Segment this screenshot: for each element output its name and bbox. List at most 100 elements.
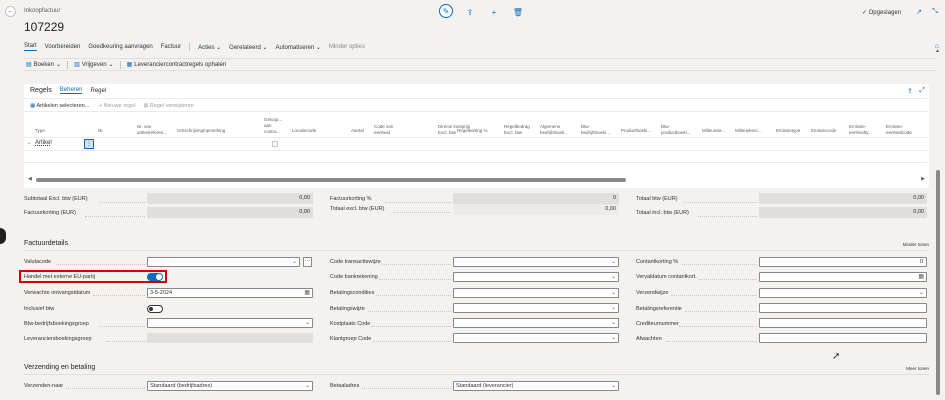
minder-tonen-link[interactable]: Minder tonen: [903, 242, 929, 247]
col-omschrijving[interactable]: Omschrijving/opmerking: [177, 128, 225, 134]
share-icon[interactable]: ⇪: [463, 5, 477, 19]
tab-regel[interactable]: Regel: [90, 88, 106, 94]
minder-opties-link[interactable]: Minder opties: [329, 44, 365, 50]
col-gekoppeld[interactable]: Geloop... aan contra...: [264, 117, 286, 135]
label-leveranciersboekingsgroep: Leveranciersboekingsgroep: [24, 336, 92, 342]
regel-verwijderen-button[interactable]: ⊠ Regel verwijderen: [144, 103, 194, 109]
chevron-down-icon: ⌄: [610, 290, 616, 296]
section-verzending-title[interactable]: Verzending en betaling: [24, 364, 95, 371]
col-emissie-eenheidtype[interactable]: Emissie-eenheidty...: [849, 124, 883, 136]
col-artikelref[interactable]: Nr. van artikelreferen...: [137, 124, 171, 136]
label-verzendwijze: Verzendwijze: [636, 290, 669, 296]
vervaldatum-contantkort-field[interactable]: ▦: [759, 272, 927, 282]
scroll-left-icon: ◀: [28, 176, 32, 182]
label-btw-bedrijfsboekingsgroep: Btw-bedrijfsboekingsgroep: [24, 321, 89, 327]
label-factuurkorting: Factuurkorting (EUR): [24, 210, 76, 216]
betalingsreferentie-field[interactable]: [759, 303, 927, 313]
value-totaal-incl: 0,00: [759, 207, 927, 218]
col-locatiecode[interactable]: Locatiecode: [292, 128, 316, 134]
boeken-button[interactable]: ▤ Boeken ⌄: [26, 61, 61, 69]
col-btw-bedrijfsboek[interactable]: Btw-bedrijfsboeki...: [581, 124, 617, 136]
edit-icon[interactable]: ✎: [439, 4, 453, 18]
contantkorting-pct-field[interactable]: 0: [759, 257, 927, 267]
code-bankrekening-select[interactable]: ⌄: [453, 272, 619, 282]
tab-beheren[interactable]: Beheren: [59, 87, 83, 94]
inclusief-btw-toggle[interactable]: [147, 305, 163, 313]
label-betaaladres: Betaaladres: [330, 383, 360, 389]
menu-acties[interactable]: Acties ⌄: [198, 44, 221, 51]
col-aantal[interactable]: Aantal: [351, 128, 364, 134]
leveranciercontractregels-button[interactable]: ▦ Leveranciercontractregels ophalen: [126, 61, 227, 69]
betalingswijze-select[interactable]: ⌄: [453, 303, 619, 313]
col-emissie-eenheidcode[interactable]: Emissie-eenheidcode: [886, 124, 920, 136]
valutacode-select[interactable]: ⌄: [147, 257, 300, 267]
kostplaats-code-select[interactable]: ⌄: [453, 318, 619, 328]
horizontal-scrollbar[interactable]: ◀ ▶: [28, 176, 925, 183]
add-icon[interactable]: +: [487, 5, 501, 19]
value-factuurkorting-pct[interactable]: 0: [453, 193, 619, 204]
col-alg-bedrijfsboek[interactable]: Algemene bedrijfsboek...: [540, 124, 576, 136]
col-regelkorting[interactable]: Regelkorting %: [457, 128, 488, 134]
verzenden-naar-select[interactable]: Standaard (bedrijfsadres) ⌄: [147, 381, 313, 391]
label-betalingsreferentie: Betalingsreferentie: [636, 306, 682, 312]
col-emissietype[interactable]: Emissietype: [776, 128, 800, 134]
valutacode-more-button[interactable]: ···: [303, 257, 312, 267]
col-productboek[interactable]: Productboeki...: [621, 128, 651, 134]
mouse-cursor-icon: ➚: [832, 351, 841, 362]
afwachten-field[interactable]: [759, 333, 927, 343]
release-icon: ▥: [74, 62, 80, 68]
col-milieureta[interactable]: Milieureta...: [702, 128, 725, 134]
col-milieuekeni[interactable]: Milieuekeni...: [735, 128, 761, 134]
open-new-window-icon[interactable]: ↗: [914, 7, 924, 17]
menu-automatiseren[interactable]: Automatiseren ⌄: [276, 44, 321, 51]
col-btw-productboek[interactable]: Btw-productboeki...: [661, 124, 697, 136]
cell-type[interactable]: Artikel: [35, 140, 52, 146]
code-transactiewijze-select[interactable]: ⌄: [453, 257, 619, 267]
label-verwachte-ontvangstdatum: Verwachte ontvangstdatum: [24, 290, 91, 296]
tab-goedkeuring[interactable]: Goedkeuring aanvragen: [88, 44, 152, 50]
table-row[interactable]: → Artikel ⋮: [24, 138, 929, 150]
col-nr[interactable]: Nr.: [98, 128, 104, 134]
select-items-icon: ▦: [30, 103, 36, 109]
tab-factuur[interactable]: Factuur: [161, 44, 181, 50]
share-lines-icon[interactable]: ⇪: [907, 87, 913, 95]
handel-eu-toggle[interactable]: [147, 273, 163, 281]
section-factuurdetails-title[interactable]: Factuurdetails: [24, 240, 68, 247]
betaaladres-select[interactable]: Standaard (leverancier) ⌄: [453, 381, 619, 391]
btw-bedrijfsboekingsgroep-select[interactable]: ⌄: [147, 318, 313, 328]
row-menu-icon[interactable]: ⋮: [84, 139, 94, 149]
meer-tonen-link[interactable]: Meer tonen: [906, 366, 929, 371]
tab-start[interactable]: Start: [24, 43, 37, 51]
label-valutacode: Valutacode: [24, 259, 52, 265]
label-totaal-excl: Totaal excl. btw (EUR): [330, 206, 385, 212]
nieuwe-regel-button[interactable]: ⇢ Nieuwe regel: [97, 103, 135, 109]
leveranciersboekingsgroep-field: [147, 333, 313, 343]
col-emissiecode[interactable]: Emissiecode: [811, 128, 837, 134]
side-handle[interactable]: [0, 228, 6, 244]
back-button[interactable]: ←: [5, 6, 16, 17]
delete-icon[interactable]: 🗑: [511, 5, 525, 19]
klantgroep-code-select[interactable]: ⌄: [453, 333, 619, 343]
value-totaal-btw: 0,00: [759, 193, 927, 204]
contract-icon: ▦: [126, 62, 133, 68]
row-arrow-icon: →: [26, 140, 32, 146]
cell-checkbox[interactable]: [272, 141, 278, 147]
collapse-icon[interactable]: ⤡: [930, 7, 940, 17]
vertical-scrollbar[interactable]: ▲: [935, 40, 941, 400]
calendar-icon: ▦: [304, 290, 310, 296]
chevron-down-icon: ⌄: [304, 320, 310, 326]
expand-icon[interactable]: ⤢: [919, 87, 925, 95]
col-type[interactable]: Type: [35, 128, 45, 134]
col-regelbedrag[interactable]: Regelbedrag Excl. btw: [504, 124, 534, 136]
col-eenheid[interactable]: Code van eenheid: [374, 124, 406, 136]
menu-gerelateerd[interactable]: Gerelateerd ⌄: [229, 44, 267, 51]
tab-voorbereiden[interactable]: Voorbereiden: [45, 44, 81, 50]
chevron-down-icon: ⌄: [291, 259, 297, 265]
crediteurnummer-field[interactable]: [759, 318, 927, 328]
artikelen-selecteren-button[interactable]: ▦ Artikelen selecteren...: [30, 103, 89, 109]
new-line-icon: ⇢: [97, 103, 102, 109]
betalingscondities-select[interactable]: ⌄: [453, 288, 619, 298]
verzendwijze-select[interactable]: ⌄: [759, 288, 927, 298]
verwachte-ontvangstdatum-field[interactable]: 3-5-2024 ▦: [147, 288, 313, 298]
vrijgeven-button[interactable]: ▥ Vrijgeven ⌄: [74, 61, 114, 69]
